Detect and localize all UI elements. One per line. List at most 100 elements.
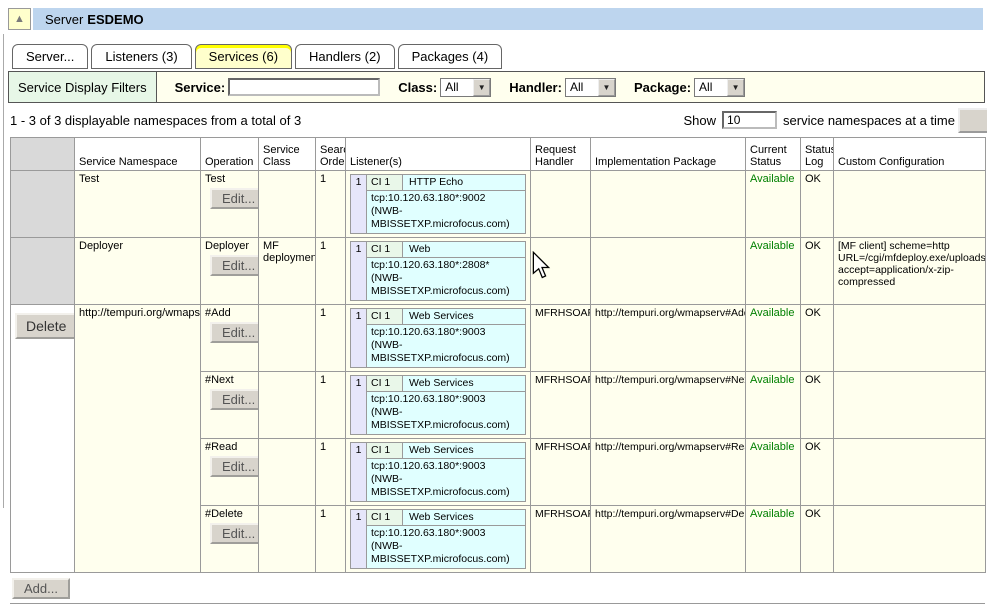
search-order-cell: 1 bbox=[316, 305, 346, 372]
request-handler-cell: MFRHSOAP bbox=[531, 506, 591, 573]
listener-ci: CI 1 bbox=[367, 376, 403, 391]
status-log-cell: OK bbox=[801, 372, 834, 439]
services-table-area: Service Namespace Operation Service Clas… bbox=[10, 137, 985, 604]
listener-name: Web Services bbox=[403, 510, 525, 525]
service-class-cell bbox=[259, 171, 316, 238]
class-filter-select[interactable]: All ▼ bbox=[440, 78, 491, 97]
package-filter-select[interactable]: All ▼ bbox=[694, 78, 745, 97]
listeners-cell: 1 CI 1 Web tcp:10.120.63.180*:2808* (NWB… bbox=[346, 238, 531, 305]
current-status-cell: Available bbox=[746, 372, 801, 439]
custom-configuration-cell: [MF client] scheme=http URL=/cgi/mfdeplo… bbox=[834, 238, 986, 305]
search-order-cell: 1 bbox=[316, 238, 346, 305]
listener-index: 1 bbox=[351, 443, 367, 501]
listener-index: 1 bbox=[351, 175, 367, 233]
service-filter-label: Service: bbox=[175, 80, 226, 95]
show-label: Show bbox=[684, 113, 717, 128]
listener-endpoint: tcp:10.120.63.180*:9003 bbox=[371, 393, 521, 406]
delete-button[interactable]: Delete bbox=[15, 313, 75, 339]
add-button[interactable]: Add... bbox=[12, 578, 70, 599]
tab-listeners[interactable]: Listeners (3) bbox=[91, 44, 191, 69]
service-class-cell: MF deployment bbox=[259, 238, 316, 305]
listener-box: 1 CI 1 Web Services tcp:10.120.63.180*:9… bbox=[350, 308, 526, 368]
collapse-toggle[interactable]: ▲ bbox=[8, 8, 31, 30]
edit-button[interactable]: Edit... bbox=[210, 188, 259, 209]
operation-name: #Add bbox=[205, 307, 254, 319]
range-bar: 1 - 3 of 3 displayable namespaces from a… bbox=[10, 107, 955, 133]
edit-button[interactable]: Edit... bbox=[210, 389, 259, 410]
operation-cell: #Next Edit... bbox=[201, 372, 259, 439]
header-current-status: Current Status bbox=[746, 138, 801, 171]
service-class-cell bbox=[259, 372, 316, 439]
edit-button[interactable]: Edit... bbox=[210, 523, 259, 544]
chevron-down-icon[interactable]: ▼ bbox=[598, 79, 615, 96]
refresh-page-button[interactable] bbox=[958, 108, 987, 133]
chevron-down-icon[interactable]: ▼ bbox=[727, 79, 744, 96]
server-header-bar: Server ESDEMO bbox=[33, 8, 983, 30]
current-status-cell: Available bbox=[746, 439, 801, 506]
search-order-cell: 1 bbox=[316, 506, 346, 573]
server-title-prefix: Server bbox=[45, 12, 83, 27]
listener-name: Web Services bbox=[403, 376, 525, 391]
service-class-cell bbox=[259, 305, 316, 372]
operation-cell: Test Edit... bbox=[201, 171, 259, 238]
service-filter-input[interactable] bbox=[228, 78, 380, 96]
handler-filter-select[interactable]: All ▼ bbox=[565, 78, 616, 97]
request-handler-cell: MFRHSOAP bbox=[531, 372, 591, 439]
handler-filter-value: All bbox=[566, 80, 598, 94]
collapse-triangle-icon: ▲ bbox=[14, 13, 25, 25]
custom-configuration-cell bbox=[834, 439, 986, 506]
tab-packages[interactable]: Packages (4) bbox=[398, 44, 503, 69]
operation-cell: #Delete Edit... bbox=[201, 506, 259, 573]
tab-server[interactable]: Server... bbox=[12, 44, 88, 69]
tab-bar: Server... Listeners (3) Services (6) Han… bbox=[12, 44, 502, 69]
operation-cell: #Add Edit... bbox=[201, 305, 259, 372]
listener-host: (NWB-MBISSETXP.microfocus.com) bbox=[371, 540, 521, 566]
show-count-input[interactable] bbox=[722, 111, 777, 129]
current-status-cell: Available bbox=[746, 238, 801, 305]
namespace-cell: Test bbox=[75, 171, 201, 238]
table-row: Deployer Deployer Edit... MF deployment … bbox=[11, 238, 986, 305]
status-log-cell: OK bbox=[801, 305, 834, 372]
tab-handlers[interactable]: Handlers (2) bbox=[295, 44, 395, 69]
page-left-border bbox=[3, 34, 4, 508]
handler-filter-label: Handler: bbox=[509, 80, 562, 95]
implementation-package-cell bbox=[591, 238, 746, 305]
chevron-down-icon[interactable]: ▼ bbox=[473, 79, 490, 96]
edit-button[interactable]: Edit... bbox=[210, 456, 259, 477]
custom-configuration-cell bbox=[834, 171, 986, 238]
listener-ci: CI 1 bbox=[367, 175, 403, 190]
search-order-cell: 1 bbox=[316, 439, 346, 506]
listener-host: (NWB-MBISSETXP.microfocus.com) bbox=[371, 205, 521, 231]
custom-configuration-cell bbox=[834, 372, 986, 439]
operation-cell: #Read Edit... bbox=[201, 439, 259, 506]
package-filter-label: Package: bbox=[634, 80, 691, 95]
namespace-range-summary: 1 - 3 of 3 displayable namespaces from a… bbox=[10, 113, 301, 128]
filter-title: Service Display Filters bbox=[9, 72, 157, 102]
listener-index: 1 bbox=[351, 309, 367, 367]
edit-button[interactable]: Edit... bbox=[210, 322, 259, 343]
listener-host: (NWB-MBISSETXP.microfocus.com) bbox=[371, 473, 521, 499]
listener-ci: CI 1 bbox=[367, 242, 403, 257]
header-request-handler: Request Handler bbox=[531, 138, 591, 171]
listener-name: Web Services bbox=[403, 309, 525, 324]
search-order-cell: 1 bbox=[316, 171, 346, 238]
operation-cell: Deployer Edit... bbox=[201, 238, 259, 305]
services-table: Service Namespace Operation Service Clas… bbox=[10, 137, 986, 573]
edit-button[interactable]: Edit... bbox=[210, 255, 259, 276]
row-actions-cell bbox=[11, 238, 75, 305]
listener-name: HTTP Echo bbox=[403, 175, 525, 190]
status-log-cell: OK bbox=[801, 171, 834, 238]
listener-name: Web Services bbox=[403, 443, 525, 458]
listener-ci: CI 1 bbox=[367, 510, 403, 525]
listener-ci: CI 1 bbox=[367, 443, 403, 458]
tab-services[interactable]: Services (6) bbox=[195, 44, 292, 69]
implementation-package-cell: http://tempuri.org/wmapserv#Add bbox=[591, 305, 746, 372]
listener-endpoint: tcp:10.120.63.180*:9002 bbox=[371, 192, 521, 205]
namespace-cell: Deployer bbox=[75, 238, 201, 305]
status-log-cell: OK bbox=[801, 238, 834, 305]
current-status-cell: Available bbox=[746, 506, 801, 573]
listener-box: 1 CI 1 Web tcp:10.120.63.180*:2808* (NWB… bbox=[350, 241, 526, 301]
request-handler-cell: MFRHSOAP bbox=[531, 439, 591, 506]
namespace-cell: http://tempuri.org/wmapserv bbox=[75, 305, 201, 573]
current-status-cell: Available bbox=[746, 305, 801, 372]
